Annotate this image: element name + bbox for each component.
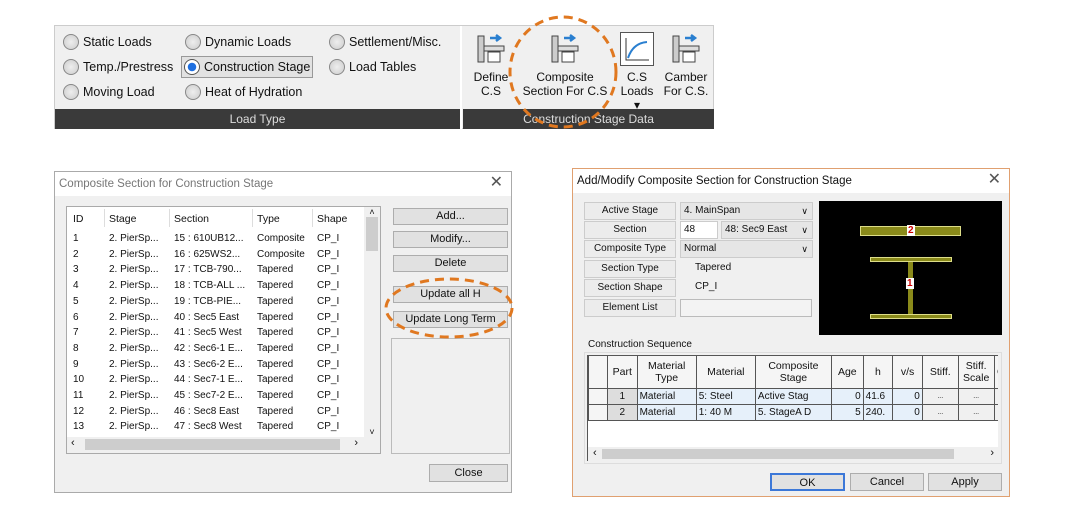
highlight-annotations	[384, 15, 618, 339]
highlight-composite-button	[508, 15, 618, 129]
highlight-update-buttons	[384, 277, 514, 339]
